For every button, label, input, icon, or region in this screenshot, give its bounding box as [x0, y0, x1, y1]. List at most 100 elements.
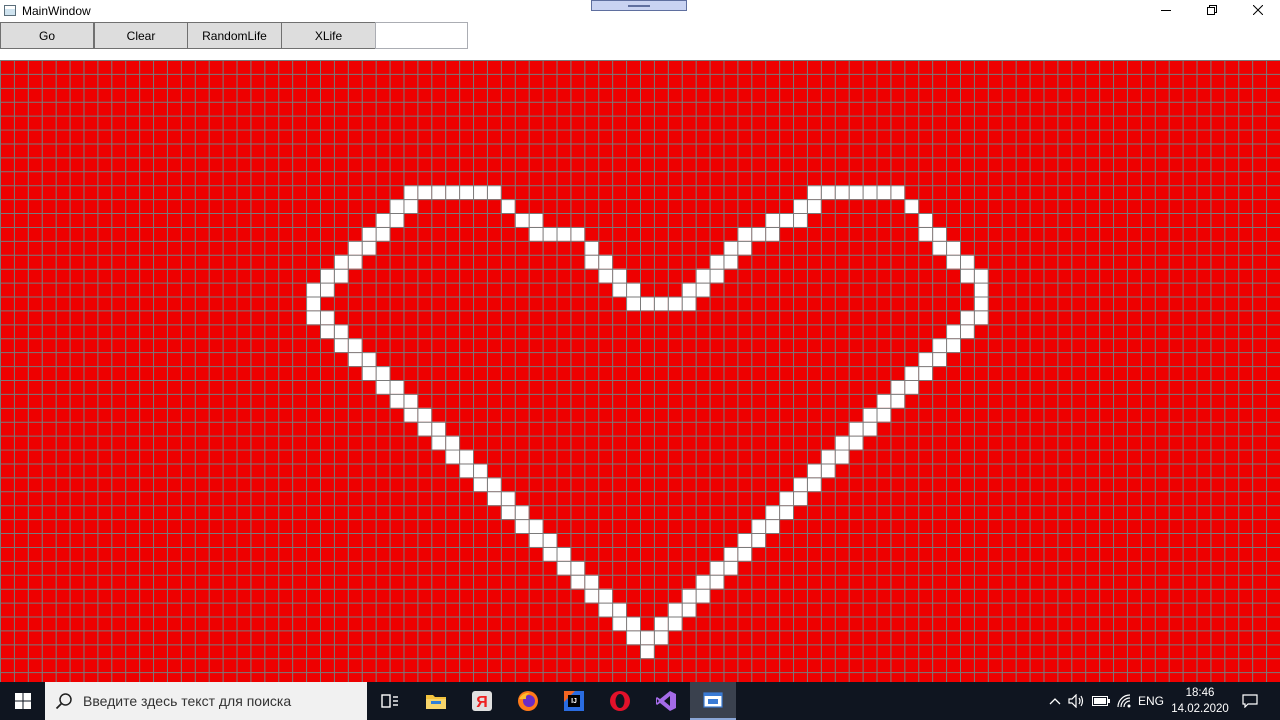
alive-cell[interactable]	[653, 616, 668, 631]
alive-cell[interactable]	[751, 519, 766, 534]
taskbar-app-firefox[interactable]	[505, 682, 551, 720]
alive-cell[interactable]	[834, 449, 849, 464]
xlife-button[interactable]: XLife	[281, 22, 376, 49]
alive-cell[interactable]	[333, 254, 348, 269]
taskbar-app-opera[interactable]	[597, 682, 643, 720]
alive-cell[interactable]	[723, 240, 738, 255]
alive-cell[interactable]	[431, 435, 446, 450]
alive-cell[interactable]	[667, 296, 682, 311]
alive-cell[interactable]	[862, 421, 877, 436]
alive-cell[interactable]	[765, 505, 780, 520]
alive-cell[interactable]	[681, 296, 696, 311]
volume-button[interactable]	[1066, 682, 1088, 720]
alive-cell[interactable]	[459, 185, 474, 200]
alive-cell[interactable]	[932, 240, 947, 255]
alive-cell[interactable]	[932, 226, 947, 241]
snap-handle[interactable]	[591, 0, 687, 11]
alive-cell[interactable]	[459, 449, 474, 464]
alive-cell[interactable]	[612, 282, 627, 297]
alive-cell[interactable]	[932, 338, 947, 353]
alive-cell[interactable]	[389, 380, 404, 394]
alive-cell[interactable]	[598, 268, 613, 283]
alive-cell[interactable]	[500, 505, 515, 520]
alive-cell[interactable]	[375, 226, 390, 241]
alive-cell[interactable]	[737, 533, 752, 547]
alive-cell[interactable]	[347, 240, 362, 255]
taskbar-app-jetbrains-ide[interactable]: IJ	[551, 682, 597, 720]
alive-cell[interactable]	[723, 254, 738, 269]
taskbar-app-visual-studio[interactable]	[643, 682, 689, 720]
alive-cell[interactable]	[667, 616, 682, 631]
clock[interactable]: 18:46 14.02.2020	[1170, 685, 1230, 717]
alive-cell[interactable]	[598, 602, 613, 617]
taskbar-app-yandex-browser[interactable]: Я	[459, 682, 505, 720]
alive-cell[interactable]	[806, 185, 821, 200]
alive-cell[interactable]	[514, 519, 529, 534]
restore-button[interactable]	[1189, 0, 1235, 20]
alive-cell[interactable]	[793, 213, 807, 227]
alive-cell[interactable]	[834, 435, 849, 450]
alive-cell[interactable]	[403, 393, 418, 408]
alive-cell[interactable]	[598, 588, 613, 603]
alive-cell[interactable]	[556, 546, 571, 561]
alive-cell[interactable]	[890, 380, 905, 394]
alive-cell[interactable]	[486, 477, 501, 492]
alive-cell[interactable]	[960, 254, 974, 269]
random-life-button[interactable]: RandomLife	[187, 22, 282, 49]
title-bar[interactable]: MainWindow	[0, 0, 1280, 22]
alive-cell[interactable]	[570, 226, 585, 241]
alive-cell[interactable]	[904, 366, 919, 380]
alive-cell[interactable]	[347, 254, 362, 269]
alive-cell[interactable]	[570, 574, 585, 589]
alive-cell[interactable]	[709, 560, 724, 575]
alive-cell[interactable]	[626, 616, 640, 631]
alive-cell[interactable]	[695, 588, 710, 603]
alive-cell[interactable]	[973, 310, 988, 325]
alive-cell[interactable]	[375, 366, 390, 380]
alive-cell[interactable]	[626, 282, 640, 297]
alive-cell[interactable]	[737, 546, 752, 561]
alive-cell[interactable]	[640, 630, 654, 645]
alive-cell[interactable]	[723, 560, 738, 575]
network-button[interactable]	[1114, 682, 1136, 720]
alive-cell[interactable]	[779, 505, 794, 520]
alive-cell[interactable]	[876, 185, 891, 200]
alive-cell[interactable]	[542, 226, 557, 241]
alive-cell[interactable]	[459, 463, 474, 478]
minimize-button[interactable]	[1143, 0, 1189, 20]
alive-cell[interactable]	[779, 213, 794, 227]
alive-cell[interactable]	[556, 560, 571, 575]
alive-cell[interactable]	[570, 560, 585, 575]
alive-cell[interactable]	[389, 213, 404, 227]
alive-cell[interactable]	[431, 185, 446, 200]
alive-cell[interactable]	[820, 449, 835, 464]
alive-cell[interactable]	[320, 324, 334, 339]
alive-cell[interactable]	[528, 213, 543, 227]
alive-cell[interactable]	[320, 282, 334, 297]
alive-cell[interactable]	[709, 254, 724, 269]
alive-cell[interactable]	[445, 435, 460, 450]
alive-cell[interactable]	[473, 185, 487, 200]
alive-cell[interactable]	[598, 254, 613, 269]
taskbar-app-mainwindow[interactable]	[690, 682, 736, 720]
alive-cell[interactable]	[960, 310, 974, 325]
life-grid[interactable]	[0, 60, 1280, 682]
alive-cell[interactable]	[973, 282, 988, 297]
alive-cell[interactable]	[514, 213, 529, 227]
alive-cell[interactable]	[667, 602, 682, 617]
alive-cell[interactable]	[320, 268, 334, 283]
alive-cell[interactable]	[361, 352, 376, 367]
alive-cell[interactable]	[709, 268, 724, 283]
alive-cell[interactable]	[347, 352, 362, 367]
alive-cell[interactable]	[528, 519, 543, 534]
alive-cell[interactable]	[514, 505, 529, 520]
text-input[interactable]	[375, 22, 468, 49]
alive-cell[interactable]	[904, 380, 919, 394]
alive-cell[interactable]	[806, 477, 821, 492]
alive-cell[interactable]	[333, 268, 348, 283]
alive-cell[interactable]	[793, 491, 807, 506]
alive-cell[interactable]	[751, 226, 766, 241]
alive-cell[interactable]	[806, 463, 821, 478]
alive-cell[interactable]	[361, 226, 376, 241]
alive-cell[interactable]	[820, 185, 835, 200]
